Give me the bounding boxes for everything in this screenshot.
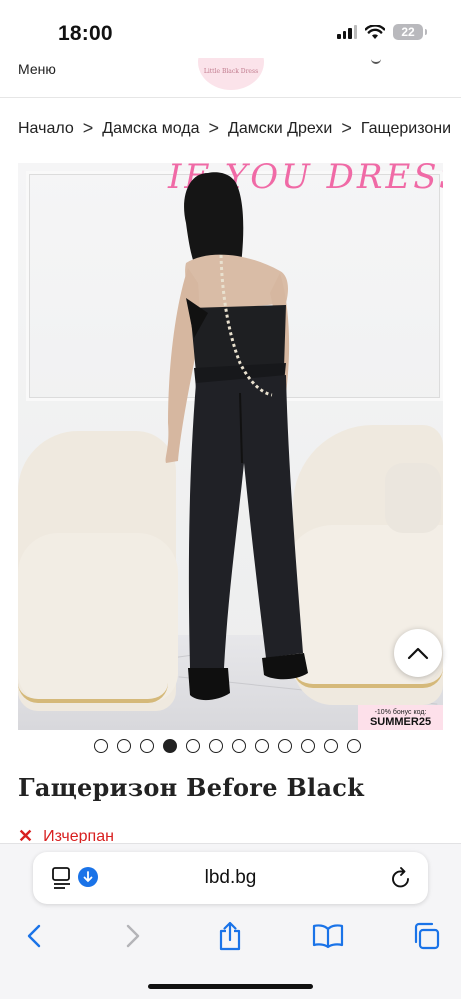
browser-nav-bar <box>0 916 461 956</box>
gallery-dot[interactable] <box>140 739 154 753</box>
share-button[interactable] <box>210 916 250 956</box>
site-logo[interactable]: Little Black Dress <box>198 58 264 90</box>
gallery-dot[interactable] <box>255 739 269 753</box>
breadcrumb-home[interactable]: Начало <box>18 120 74 138</box>
cart-icon[interactable] <box>371 58 381 64</box>
bookmarks-button[interactable] <box>308 916 348 956</box>
share-icon <box>219 921 241 951</box>
gallery-dot[interactable] <box>117 739 131 753</box>
gallery-dot[interactable] <box>209 739 223 753</box>
gallery-dot[interactable] <box>278 739 292 753</box>
gallery-pagination <box>94 739 361 753</box>
gallery-dot[interactable] <box>163 739 177 753</box>
home-indicator <box>148 984 313 989</box>
chevron-left-icon <box>27 924 41 948</box>
book-icon <box>312 924 344 949</box>
breadcrumb-womens-clothing[interactable]: Дамски Дрехи <box>228 120 332 138</box>
status-bar: 18:00 22 <box>0 0 461 58</box>
gallery-dot[interactable] <box>94 739 108 753</box>
browser-toolbar: lbd.bg <box>0 843 461 999</box>
promo-code: SUMMER25 <box>369 716 432 728</box>
scroll-to-top-button[interactable] <box>394 629 442 677</box>
battery-icon: 22 <box>393 24 427 40</box>
chevron-right-icon: > <box>208 118 219 138</box>
product-title: Гащеризон Before Black <box>18 773 365 802</box>
reload-icon[interactable] <box>390 866 412 890</box>
photo-model <box>165 172 308 701</box>
chevron-right-icon: > <box>82 118 94 138</box>
tabs-icon <box>414 922 440 950</box>
promo-text: -10% бонус код: <box>374 709 427 716</box>
site-header: Меню Little Black Dress <box>0 58 461 98</box>
gallery-dot[interactable] <box>301 739 315 753</box>
wifi-icon <box>365 24 385 40</box>
gallery-dot[interactable] <box>186 739 200 753</box>
gallery-dot[interactable] <box>324 739 338 753</box>
url-text[interactable]: lbd.bg <box>33 867 428 889</box>
promo-banner: -10% бонус код: SUMMER25 <box>358 705 443 730</box>
tabs-button[interactable] <box>406 916 446 956</box>
chevron-right-icon <box>126 924 140 948</box>
cellular-signal-icon <box>337 25 357 39</box>
forward-button[interactable] <box>113 916 153 956</box>
chevron-right-icon: > <box>341 118 352 138</box>
back-button[interactable] <box>14 916 54 956</box>
breadcrumb-jumpsuits[interactable]: Гащеризони <box>361 120 451 138</box>
gallery-dot[interactable] <box>232 739 246 753</box>
status-icons: 22 <box>337 24 427 40</box>
status-time: 18:00 <box>58 22 113 45</box>
breadcrumb: Начало > Дамска мода > Дамски Дрехи > Га… <box>18 118 461 139</box>
breadcrumb-womens-fashion[interactable]: Дамска мода <box>102 120 199 138</box>
product-image[interactable]: IF YOU DRESS FOR I -10% бонус код <box>18 163 443 730</box>
gallery-dot[interactable] <box>347 739 361 753</box>
chevron-up-icon <box>407 647 429 660</box>
logo-text: Little Black Dress <box>203 68 259 75</box>
address-bar[interactable]: lbd.bg <box>33 852 428 904</box>
menu-button[interactable]: Меню <box>18 60 56 78</box>
battery-level: 22 <box>401 25 415 39</box>
